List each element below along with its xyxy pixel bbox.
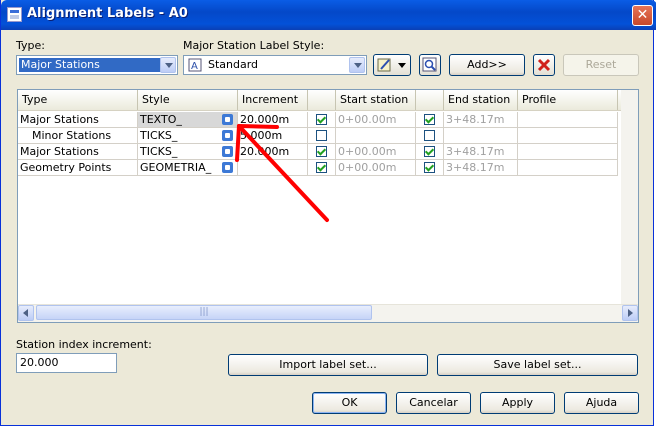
import-label-set-button[interactable]: Import label set... bbox=[228, 354, 428, 376]
station-index-label: Station index increment: bbox=[16, 338, 152, 351]
station-index-input[interactable]: 20.000 bbox=[16, 353, 117, 373]
ok-button[interactable]: OK bbox=[312, 392, 387, 414]
apply-button[interactable]: Apply bbox=[480, 392, 555, 414]
alignment-labels-dialog: Alignment Labels - A0 ✕ Type: Major Stat… bbox=[0, 0, 656, 426]
save-label-set-button[interactable]: Save label set... bbox=[437, 354, 638, 376]
cancel-button[interactable]: Cancelar bbox=[396, 392, 471, 414]
help-button[interactable]: Ajuda bbox=[564, 392, 639, 414]
